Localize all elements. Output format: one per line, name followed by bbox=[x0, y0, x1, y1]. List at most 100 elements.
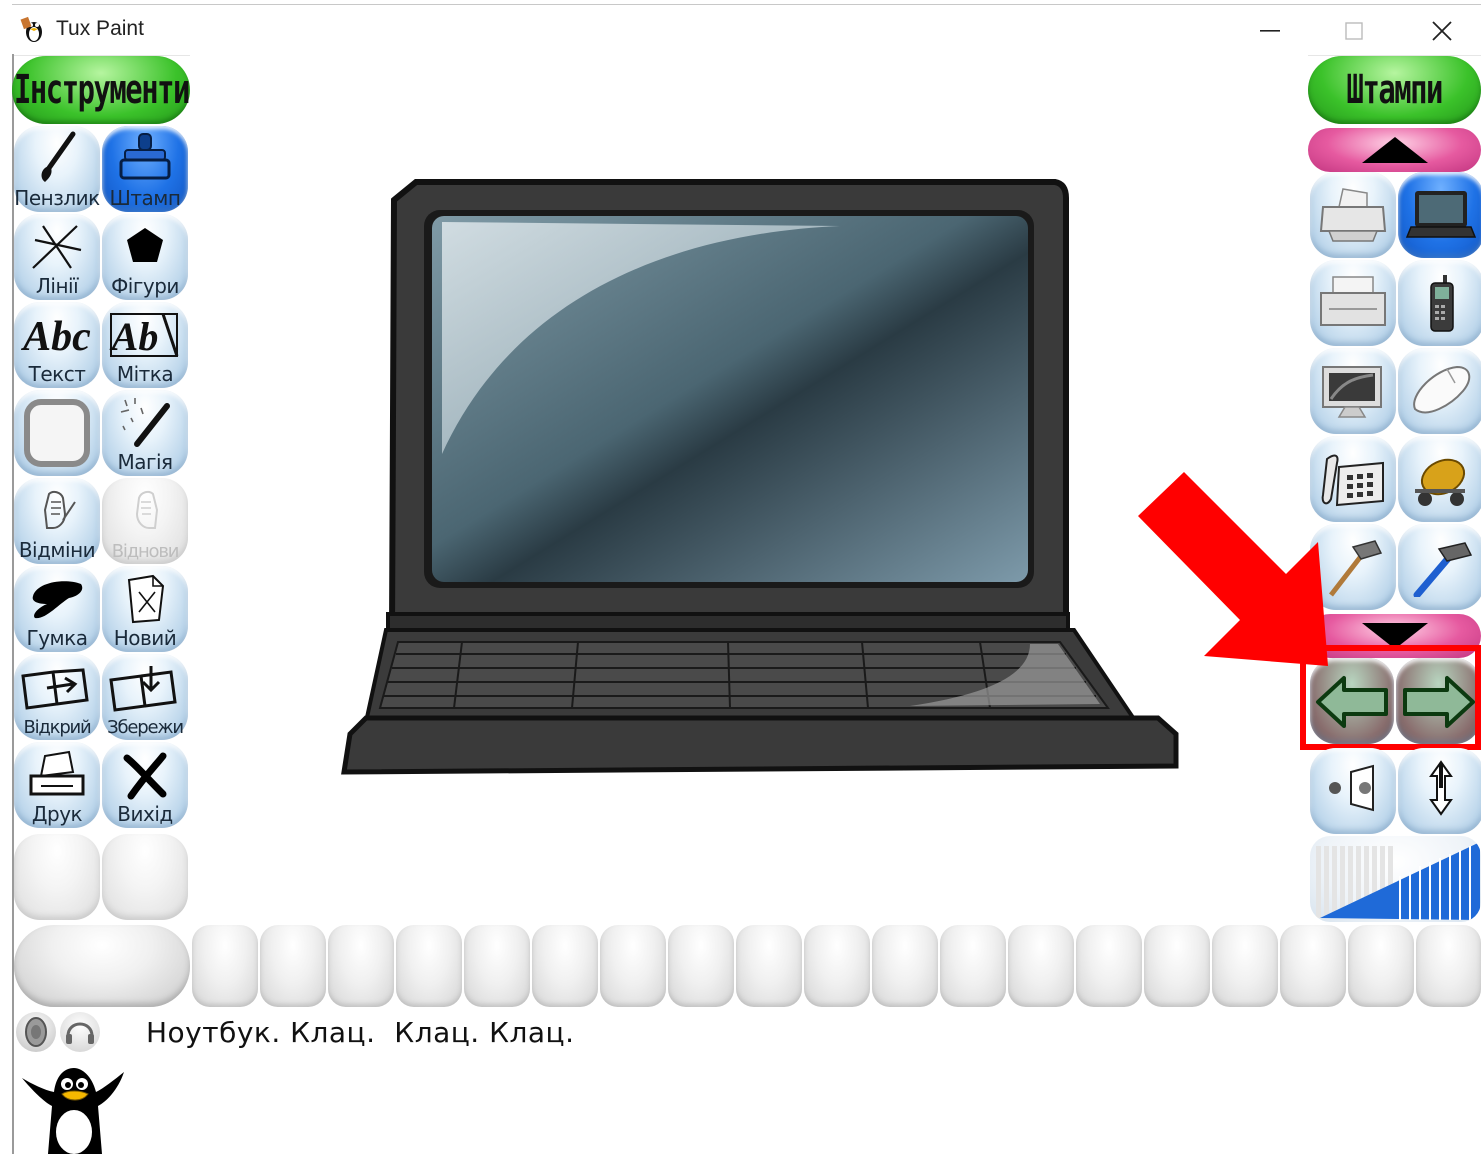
close-icon bbox=[1432, 21, 1452, 41]
maximize-button[interactable] bbox=[1324, 11, 1384, 51]
color-swatch[interactable] bbox=[1416, 925, 1481, 1007]
tool-magic-button[interactable]: Магія bbox=[102, 390, 188, 476]
tool-text-button[interactable]: Abc Текст bbox=[14, 302, 100, 388]
tool-label-button[interactable]: Ab Мітка bbox=[102, 302, 188, 388]
color-swatch[interactable] bbox=[396, 925, 462, 1007]
color-swatch[interactable] bbox=[804, 925, 870, 1007]
stamp-sound-icon bbox=[1329, 764, 1374, 812]
color-swatch[interactable] bbox=[600, 925, 666, 1007]
stamp-printer-button[interactable] bbox=[1310, 172, 1396, 258]
color-swatch[interactable] bbox=[1144, 925, 1210, 1007]
hammer-blue-stamp-icon bbox=[1413, 542, 1473, 597]
tool-eraser-button[interactable]: Гумка bbox=[14, 566, 100, 652]
tool-fill-button[interactable] bbox=[14, 390, 100, 476]
stamp-monitor-button[interactable] bbox=[1310, 348, 1396, 434]
stamp-size-slider[interactable] bbox=[1310, 836, 1481, 922]
color-swatch[interactable] bbox=[940, 925, 1006, 1007]
tool-shapes-button[interactable]: Фігури bbox=[102, 214, 188, 300]
tool-label: Гумка bbox=[26, 626, 88, 650]
headphones-icon bbox=[66, 1022, 94, 1044]
tool-new-button[interactable]: Новий bbox=[102, 566, 188, 652]
color-swatch[interactable] bbox=[192, 925, 258, 1007]
speaker-icon bbox=[25, 1017, 47, 1047]
color-swatch[interactable] bbox=[1008, 925, 1074, 1007]
stamp-mobile-phone-button[interactable] bbox=[1398, 260, 1481, 346]
stamp-cement-mixer-button[interactable] bbox=[1398, 436, 1481, 522]
tool-label: Текст bbox=[28, 362, 86, 386]
quit-icon bbox=[123, 752, 167, 800]
window-title: Tux Paint bbox=[56, 17, 144, 40]
tool-label: Відкрий bbox=[23, 717, 91, 738]
color-swatch[interactable] bbox=[328, 925, 394, 1007]
tool-label: Вихід bbox=[117, 802, 173, 826]
status-message: Ноутбук. Клац. Клац. Клац. bbox=[146, 1016, 575, 1049]
laptop-stamp-icon bbox=[1405, 191, 1477, 238]
color-swatch[interactable] bbox=[260, 925, 326, 1007]
tool-undo-button[interactable]: Відміни bbox=[14, 478, 100, 564]
redo-icon bbox=[135, 490, 159, 529]
tool-stamp-button[interactable]: Штамп bbox=[102, 126, 188, 212]
stamp-flip-toggle[interactable] bbox=[1398, 748, 1481, 834]
stamp-size-icon bbox=[1316, 842, 1480, 920]
tool-label: Відміни bbox=[18, 538, 96, 562]
mobile-phone-stamp-icon bbox=[1430, 275, 1454, 332]
printer-stamp-icon bbox=[1319, 188, 1387, 242]
tool-label: Фігури bbox=[111, 274, 179, 298]
tux-mascot-icon bbox=[22, 1068, 124, 1154]
stamps-scroll-up-button[interactable] bbox=[1308, 128, 1481, 172]
tool-empty-slot bbox=[102, 834, 188, 920]
minimize-icon bbox=[1260, 30, 1280, 32]
tool-open-button[interactable]: Відкрий bbox=[14, 654, 100, 740]
tool-print-button[interactable]: Друк bbox=[14, 742, 100, 828]
new-icon bbox=[127, 574, 165, 624]
undo-icon bbox=[43, 490, 76, 529]
color-swatch[interactable] bbox=[532, 925, 598, 1007]
svg-text:Ab: Ab bbox=[109, 314, 159, 359]
tools-header-label: Інструменти bbox=[13, 67, 190, 113]
text-icon: Abc bbox=[20, 314, 91, 360]
color-swatch[interactable] bbox=[464, 925, 530, 1007]
color-swatch[interactable] bbox=[1212, 925, 1278, 1007]
color-swatch[interactable] bbox=[872, 925, 938, 1007]
cement-mixer-stamp-icon bbox=[1415, 458, 1466, 506]
stamp-fax-button[interactable] bbox=[1310, 260, 1396, 346]
headphones-button[interactable] bbox=[60, 1012, 100, 1052]
save-icon bbox=[109, 666, 177, 712]
fill-icon bbox=[24, 399, 90, 467]
flip-icon bbox=[1429, 760, 1453, 816]
monitor-stamp-icon bbox=[1322, 366, 1382, 418]
stamp-hammer-blue-button[interactable] bbox=[1398, 524, 1481, 610]
tool-label: Лінії bbox=[35, 274, 79, 298]
minimize-button[interactable] bbox=[1240, 11, 1300, 51]
stamp-laptop-button[interactable] bbox=[1398, 172, 1481, 258]
tool-label: Магія bbox=[117, 450, 173, 474]
close-button[interactable] bbox=[1412, 11, 1472, 51]
tool-redo-button[interactable]: Віднови bbox=[102, 478, 188, 564]
color-swatch[interactable] bbox=[736, 925, 802, 1007]
title-bar: Tux Paint bbox=[12, 4, 1481, 56]
color-swatch[interactable] bbox=[668, 925, 734, 1007]
tool-save-button[interactable]: Збережи bbox=[102, 654, 188, 740]
stamps-header-label: Штампи bbox=[1346, 67, 1444, 113]
shapes-icon bbox=[127, 228, 163, 262]
current-color-swatch bbox=[14, 925, 190, 1007]
tool-brush-button[interactable]: Пензлик bbox=[14, 126, 100, 212]
stamp-sound-toggle[interactable] bbox=[1310, 748, 1396, 834]
color-swatch[interactable] bbox=[1348, 925, 1414, 1007]
fax-stamp-icon bbox=[1320, 276, 1386, 326]
triangle-up-icon bbox=[1361, 137, 1428, 163]
eraser-icon bbox=[32, 581, 83, 619]
color-swatch[interactable] bbox=[1076, 925, 1142, 1007]
tool-lines-button[interactable]: Лінії bbox=[14, 214, 100, 300]
stamps-header: Штампи bbox=[1308, 56, 1481, 124]
tux-icon bbox=[20, 16, 42, 42]
tool-quit-button[interactable]: Вихід bbox=[102, 742, 188, 828]
mouse-stamp-icon bbox=[1413, 365, 1471, 414]
color-swatch[interactable] bbox=[1280, 925, 1346, 1007]
tool-label: Новий bbox=[113, 626, 177, 650]
stamp-icon bbox=[119, 133, 171, 180]
speaker-button[interactable] bbox=[16, 1012, 56, 1052]
tool-label: Віднови bbox=[111, 541, 180, 562]
open-icon bbox=[21, 668, 89, 710]
stamp-mouse-button[interactable] bbox=[1398, 348, 1481, 434]
